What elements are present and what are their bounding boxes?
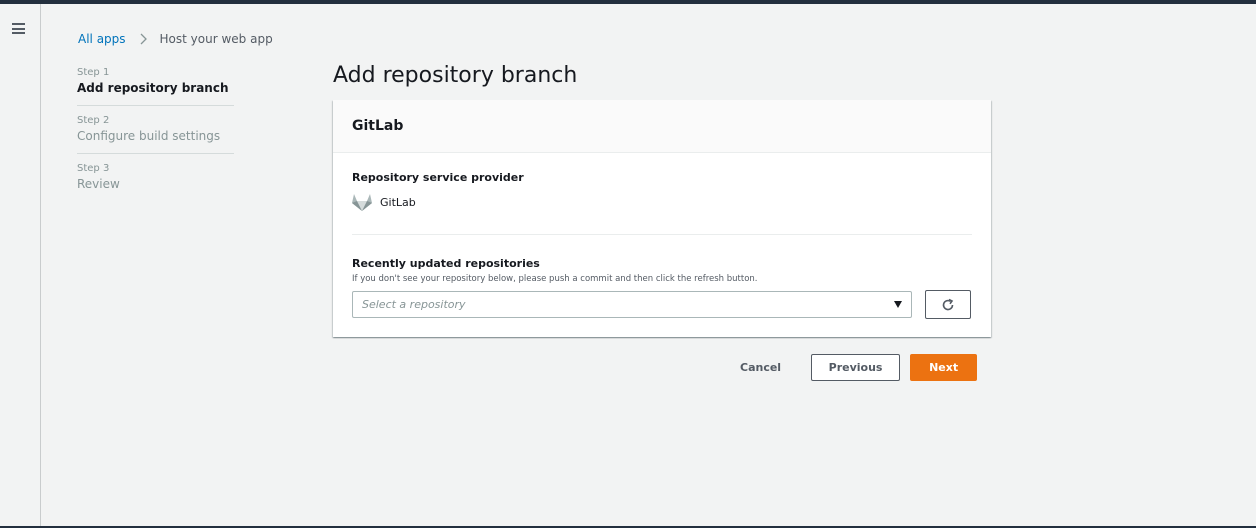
caret-down-icon bbox=[894, 301, 902, 308]
repository-card: GitLab Repository service provider GitLa… bbox=[333, 100, 991, 337]
divider bbox=[352, 234, 972, 235]
repository-select[interactable]: Select a repository bbox=[352, 291, 912, 318]
wizard-actions: Cancel Previous Next bbox=[740, 354, 978, 381]
gitlab-logo-icon bbox=[352, 194, 372, 211]
top-nav-bar bbox=[0, 0, 1256, 4]
hamburger-menu-icon[interactable] bbox=[12, 23, 25, 34]
step-name: Configure build settings bbox=[77, 129, 221, 143]
wizard-step-1[interactable]: Step 1 Add repository branch bbox=[77, 66, 234, 106]
previous-button[interactable]: Previous bbox=[811, 354, 901, 381]
provider-value: GitLab bbox=[351, 192, 416, 212]
side-navigation-rail bbox=[0, 4, 41, 526]
page-title: Add repository branch bbox=[333, 63, 578, 88]
card-header: GitLab bbox=[333, 100, 991, 153]
chevron-right-icon bbox=[140, 33, 147, 45]
provider-label: Repository service provider bbox=[352, 171, 524, 184]
breadcrumb-all-apps-link[interactable]: All apps bbox=[78, 32, 126, 46]
repositories-label: Recently updated repositories bbox=[352, 257, 540, 270]
cancel-button[interactable]: Cancel bbox=[740, 361, 781, 374]
provider-name: GitLab bbox=[380, 195, 416, 209]
breadcrumb-current: Host your web app bbox=[159, 32, 273, 46]
repositories-hint: If you don't see your repository below, … bbox=[352, 274, 758, 284]
wizard-step-2[interactable]: Step 2 Configure build settings bbox=[77, 114, 234, 154]
wizard-steps: Step 1 Add repository branch Step 2 Conf… bbox=[77, 66, 234, 209]
step-name: Review bbox=[77, 177, 120, 191]
repository-select-placeholder: Select a repository bbox=[362, 298, 466, 311]
step-number: Step 2 bbox=[77, 115, 110, 126]
breadcrumb: All apps Host your web app bbox=[78, 32, 273, 46]
refresh-button[interactable] bbox=[925, 290, 971, 319]
wizard-step-3[interactable]: Step 3 Review bbox=[77, 162, 234, 201]
next-button[interactable]: Next bbox=[910, 354, 978, 381]
refresh-icon bbox=[942, 298, 954, 310]
step-name: Add repository branch bbox=[77, 81, 229, 95]
step-number: Step 1 bbox=[77, 67, 110, 78]
step-number: Step 3 bbox=[77, 163, 110, 174]
